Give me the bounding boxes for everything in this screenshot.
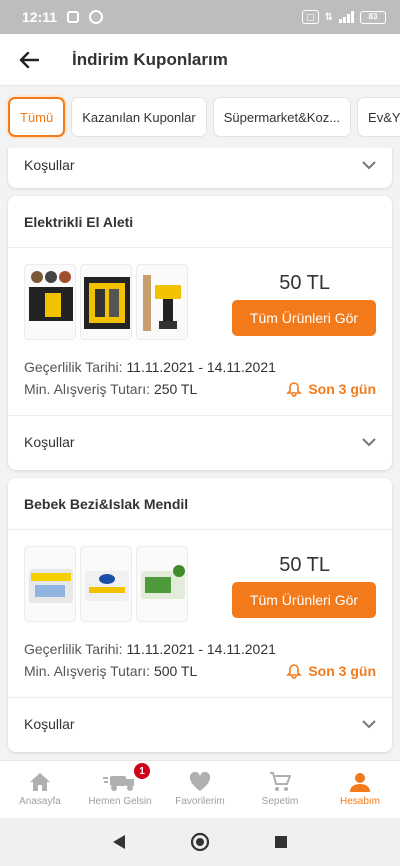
tab-all[interactable]: Tümü — [8, 97, 66, 137]
status-time: 12:11 — [22, 9, 58, 25]
product-image[interactable] — [80, 264, 132, 340]
filter-tabs: Tümü Kazanılan Kuponlar Süpermarket&Koz.… — [0, 86, 400, 148]
heart-icon — [189, 772, 211, 791]
tab-supermarket[interactable]: Süpermarket&Koz... — [212, 97, 352, 137]
system-recents-icon[interactable] — [274, 835, 288, 849]
conditions-label: Koşullar — [24, 716, 75, 732]
tab-earned-coupons[interactable]: Kazanılan Kuponlar — [71, 97, 207, 137]
page-title: İndirim Kuponlarım — [72, 49, 228, 69]
chevron-down-icon — [362, 719, 376, 728]
chevron-down-icon — [362, 437, 376, 446]
coupon-title: Bebek Bezi&Islak Mendil — [8, 478, 392, 530]
product-thumbnails — [24, 264, 188, 340]
user-icon — [350, 773, 370, 792]
min-amount-value: 250 TL — [153, 381, 198, 397]
coupon-card: Bebek Bezi&Islak Mendil 50 TL Tüm Ürünle… — [8, 478, 392, 752]
vibrate-icon: ▢ — [302, 10, 319, 24]
previous-coupon-card: Koşullar — [8, 148, 392, 188]
coupon-amount: 50 TL — [279, 554, 330, 576]
system-back-icon[interactable] — [112, 834, 126, 850]
validity-label: Geçerlilik Tarihi: — [24, 359, 123, 375]
nav-cart-label: Sepetim — [261, 796, 299, 807]
conditions-label: Koşullar — [24, 434, 75, 450]
nav-cart[interactable]: Sepetim — [240, 761, 320, 818]
nav-account[interactable]: Hesabım — [320, 761, 400, 818]
product-image[interactable] — [136, 546, 188, 622]
validity-value: 11.11.2021 - 14.11.2021 — [126, 359, 276, 375]
nav-quick-delivery-label: Hemen Gelsin — [88, 796, 152, 807]
conditions-row[interactable]: Koşullar — [8, 416, 392, 468]
remaining-days-label: Son 3 gün — [308, 663, 376, 679]
arrow-left-icon — [19, 51, 39, 68]
nav-favorites[interactable]: Favorilerim — [160, 761, 240, 818]
product-image[interactable] — [136, 264, 188, 340]
cart-icon — [270, 772, 291, 791]
coupon-list[interactable]: Koşullar Elektrikli El Aleti 50 TL Tüm Ü… — [0, 148, 400, 760]
coupon-amount: 50 TL — [279, 272, 330, 294]
nav-quick-delivery[interactable]: 1 Hemen Gelsin — [80, 761, 160, 818]
min-amount-value: 500 TL — [153, 663, 198, 679]
product-thumbnails — [24, 546, 188, 622]
conditions-label: Koşullar — [24, 157, 75, 173]
network-speed-icon: ⇅ — [324, 11, 333, 23]
nav-favorites-label: Favorilerim — [175, 796, 225, 807]
remaining-days: Son 3 gün — [286, 660, 376, 682]
coupon-card: Elektrikli El Aleti 50 TL Tüm Ürünleri G… — [8, 196, 392, 470]
nav-home[interactable]: Anasayfa — [0, 761, 80, 818]
battery-icon: 83 — [360, 10, 386, 24]
tab-home-living[interactable]: Ev&Yaşam — [357, 97, 400, 137]
view-all-products-button[interactable]: Tüm Ürünleri Gör — [232, 582, 376, 618]
signal-icon — [339, 11, 354, 23]
min-amount-label: Min. Alışveriş Tutarı: — [24, 381, 151, 397]
alarm-bell-icon — [286, 382, 303, 397]
notification-off-icon — [67, 11, 80, 23]
back-button[interactable] — [0, 34, 58, 86]
product-image[interactable] — [24, 264, 76, 340]
remaining-days-label: Son 3 gün — [308, 381, 376, 397]
nav-account-label: Hesabım — [339, 796, 380, 807]
alarm-icon — [89, 10, 104, 24]
product-image[interactable] — [24, 546, 76, 622]
system-home-icon[interactable] — [190, 832, 210, 852]
app-bar: İndirim Kuponlarım — [0, 34, 400, 86]
conditions-row[interactable]: Koşullar — [8, 148, 392, 188]
coupon-title: Elektrikli El Aleti — [8, 196, 392, 248]
status-bar: 12:11 ▢ ⇅ 83 — [0, 0, 400, 34]
min-amount-label: Min. Alışveriş Tutarı: — [24, 663, 151, 679]
validity-value: 11.11.2021 - 14.11.2021 — [126, 641, 276, 657]
remaining-days: Son 3 gün — [286, 378, 376, 400]
chevron-down-icon — [362, 160, 376, 169]
view-all-products-button[interactable]: Tüm Ürünleri Gör — [232, 300, 376, 336]
nav-home-label: Anasayfa — [19, 796, 61, 807]
system-navigation — [0, 818, 400, 866]
alarm-bell-icon — [286, 664, 303, 679]
conditions-row[interactable]: Koşullar — [8, 698, 392, 750]
home-icon — [30, 773, 50, 791]
validity-label: Geçerlilik Tarihi: — [24, 641, 123, 657]
product-image[interactable] — [80, 546, 132, 622]
bottom-navigation: Anasayfa 1 Hemen Gelsin Favorilerim Sepe… — [0, 760, 400, 818]
delivery-icon — [103, 776, 134, 791]
notification-badge: 1 — [134, 763, 150, 779]
